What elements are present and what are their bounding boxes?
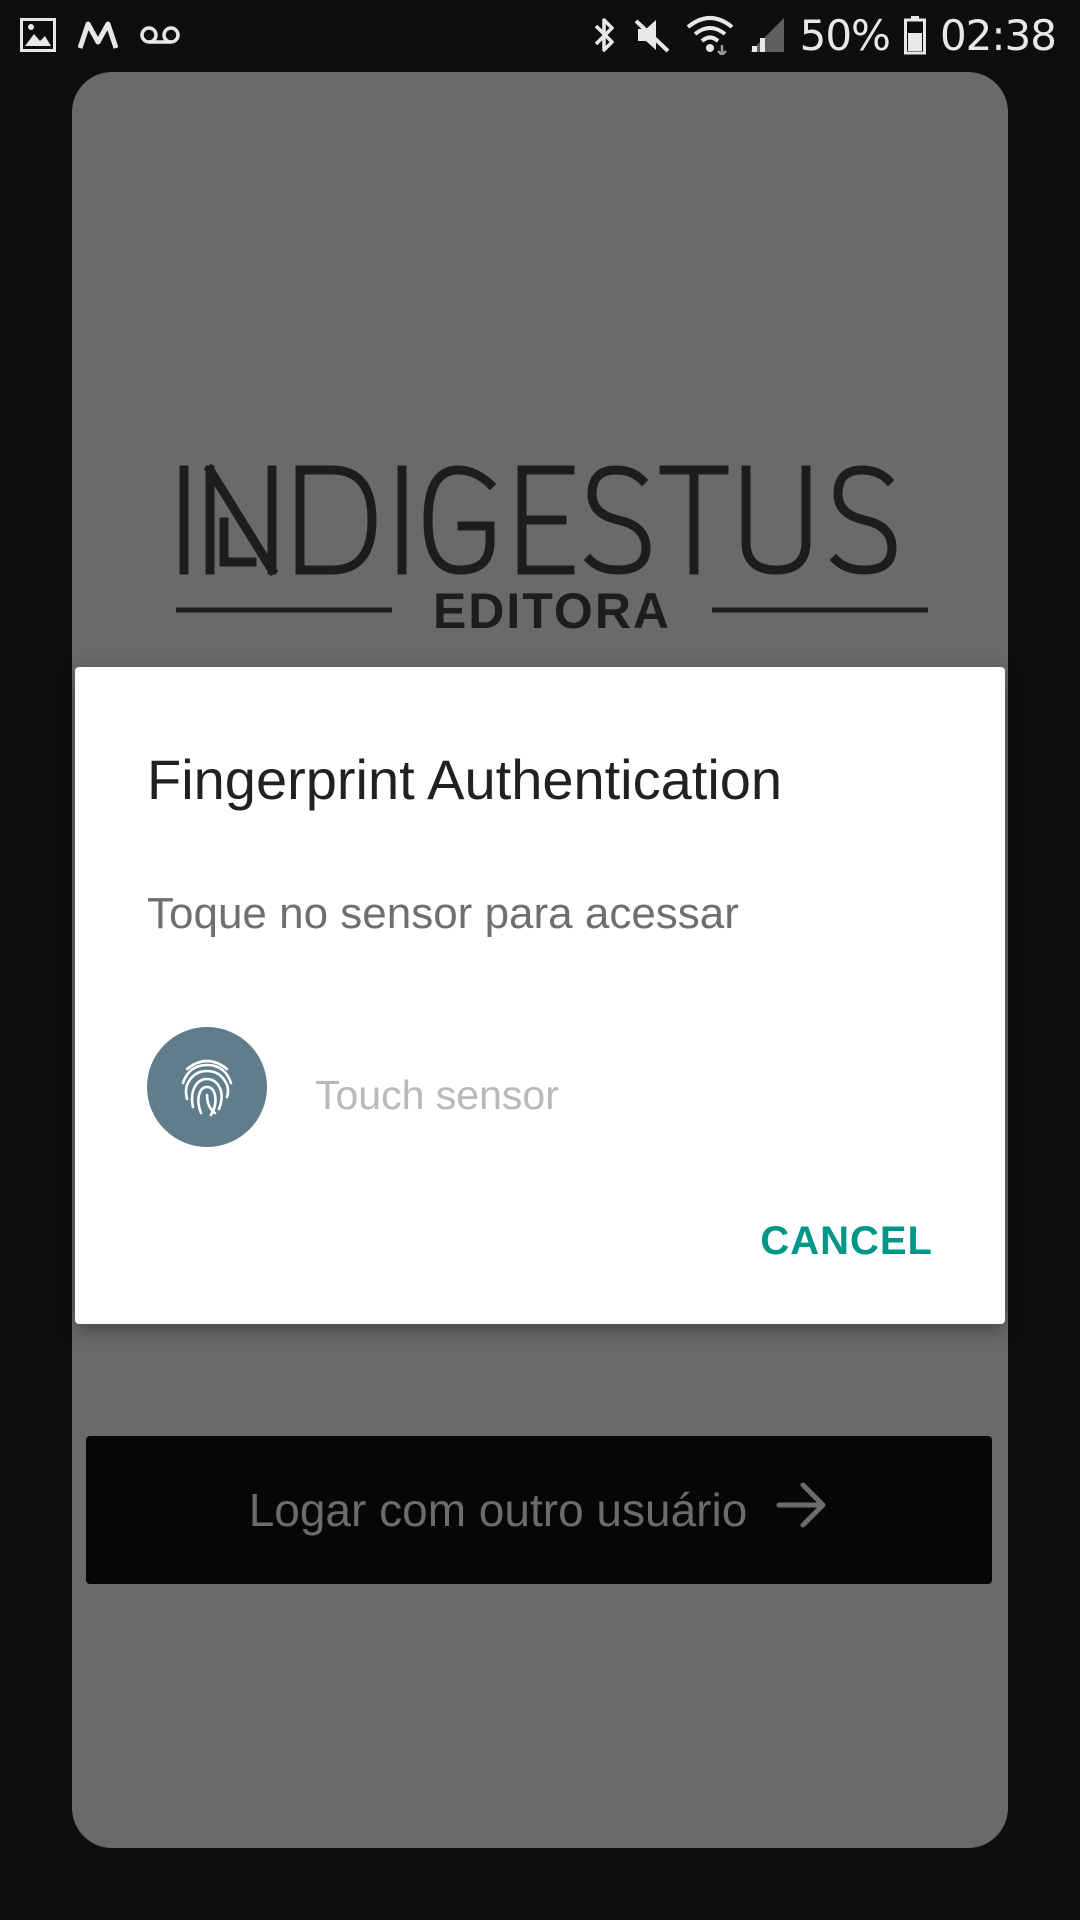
dialog-description: Toque no sensor para acessar <box>147 889 739 938</box>
fingerprint-icon <box>147 1027 267 1147</box>
signal-icon <box>748 16 786 54</box>
mute-icon <box>632 15 672 55</box>
battery-icon <box>903 15 926 55</box>
clock: 02:38 <box>939 10 1057 60</box>
fingerprint-dialog: Fingerprint Authentication Toque no sens… <box>75 667 1005 1324</box>
m-app-icon <box>78 20 118 50</box>
notification-icons <box>20 14 180 56</box>
cancel-button[interactable]: CANCEL <box>760 1219 933 1264</box>
system-icons: 50% 02:38 <box>592 10 1057 60</box>
sensor-status: Touch sensor <box>315 1072 559 1118</box>
status-bar: 50% 02:38 <box>0 0 1080 70</box>
battery-percent: 50% <box>799 10 891 60</box>
logo-subtitle: EDITORA <box>433 583 671 639</box>
login-other-user-label: Logar com outro usuário <box>248 1484 748 1536</box>
bluetooth-icon <box>592 15 618 55</box>
dialog-title: Fingerprint Authentication <box>147 748 783 811</box>
voicemail-icon <box>140 23 180 47</box>
image-icon <box>20 18 56 52</box>
arrow-right-icon <box>775 1480 829 1541</box>
login-other-user-button[interactable]: Logar com outro usuário <box>86 1436 992 1584</box>
wifi-icon <box>686 15 734 55</box>
